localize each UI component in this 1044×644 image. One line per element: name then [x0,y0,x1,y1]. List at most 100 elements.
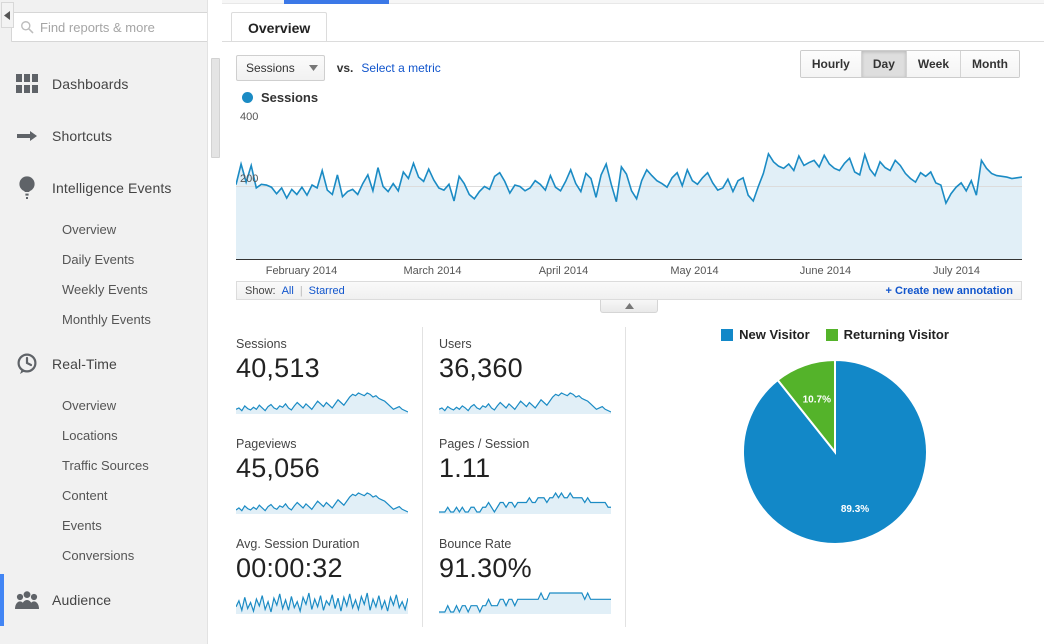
sessions-area-chart [236,111,1022,259]
sidebar-group-shortcuts: Shortcuts [0,110,222,162]
granularity-week[interactable]: Week [906,51,962,77]
x-tick-march: March 2014 [403,264,462,277]
legend-swatch-new-visitor [721,328,734,341]
vs-label: vs. [336,60,354,75]
sidebar-item-label: Dashboards [52,76,129,92]
sidebar-subitem-overview[interactable]: Overview [0,214,222,244]
metric-sparkline [439,488,611,514]
metric-card-row: Pageviews 45,056 Pages / Session 1.11 [236,427,625,527]
granularity-day[interactable]: Day [861,51,907,77]
metric-sparkline [439,388,611,414]
create-annotation-link[interactable]: + Create new annotation [886,285,1013,297]
sidebar-group-real-time: Real-Time Overview Locations Traffic Sou… [0,338,222,574]
metric-value: 00:00:32 [236,553,343,583]
pie-legend-label: New Visitor [739,327,810,342]
metric-title: Sessions [236,337,287,351]
x-tick-june: June 2014 [799,264,852,277]
sidebar-subitem-overview[interactable]: Overview [0,390,222,420]
metric-card-pageviews[interactable]: Pageviews 45,056 [236,427,422,527]
search-icon [21,21,34,34]
chart-x-axis: February 2014 March 2014 April 2014 May … [236,259,1022,281]
annotation-filter-starred[interactable]: Starred [309,285,345,297]
metric-select-value: Sessions [246,60,295,75]
metric-value: 40,513 [236,353,320,383]
metric-value: 1.11 [439,453,491,483]
x-tick-may: May 2014 [670,264,719,277]
annotation-separator: | [299,284,303,297]
metric-cards: Sessions 40,513 Users 36,360 Pageviews 4… [236,327,626,627]
x-tick-july: July 2014 [932,264,981,277]
sessions-chart-panel: Sessions 400 200 February 2014 March 201… [236,86,1022,313]
pie-chart-wrap: 89.3% 10.7% [626,356,1044,548]
search-box[interactable] [11,12,216,42]
metric-card-users[interactable]: Users 36,360 [422,327,625,427]
annotation-show-label: Show: [245,284,276,297]
x-tick-february: February 2014 [265,264,338,277]
metric-card-row: Avg. Session Duration 00:00:32 Bounce Ra… [236,527,625,627]
visitor-type-pie-chart[interactable]: 89.3% 10.7% [739,356,931,548]
sidebar-subitem-daily-events[interactable]: Daily Events [0,244,222,274]
report-tab-row: Overview [222,4,1044,42]
pie-legend-item-new-visitor[interactable]: New Visitor [721,327,810,342]
metric-value: 36,360 [439,353,523,383]
sidebar-subnav-intelligence-events: Overview Daily Events Weekly Events Mont… [0,214,222,338]
sidebar-subitem-content[interactable]: Content [0,480,222,510]
sidebar-subitem-weekly-events[interactable]: Weekly Events [0,274,222,304]
metric-card-avg-session-duration[interactable]: Avg. Session Duration 00:00:32 [236,527,422,627]
dashboards-icon [14,71,40,97]
sidebar-subitem-monthly-events[interactable]: Monthly Events [0,304,222,334]
sidebar-subitem-conversions[interactable]: Conversions [0,540,222,570]
metric-value: 45,056 [236,453,320,483]
sidebar-scrollbar[interactable] [207,0,222,644]
sidebar-item-shortcuts[interactable]: Shortcuts [0,110,222,162]
overview-lower-section: Sessions 40,513 Users 36,360 Pageviews 4… [222,327,1044,627]
legend-swatch-returning-visitor [825,328,838,341]
sidebar-group-audience: Audience [0,574,222,626]
svg-text:10.7%: 10.7% [803,395,831,406]
sidebar-nav: Dashboards Shortcuts Intelligence Events… [0,58,222,626]
svg-text:89.3%: 89.3% [841,504,869,515]
pie-legend-item-returning-visitor[interactable]: Returning Visitor [825,327,949,342]
sidebar-item-label: Real-Time [52,356,117,372]
sidebar-item-audience[interactable]: Audience [0,574,222,626]
sidebar-item-label: Audience [52,592,112,608]
annotation-collapse-handle[interactable] [600,300,658,313]
metric-title: Avg. Session Duration [236,537,360,551]
search-input[interactable] [40,19,216,35]
metric-title: Users [439,337,472,351]
annotation-filter-all[interactable]: All [282,285,294,297]
metric-card-sessions[interactable]: Sessions 40,513 [236,327,422,427]
sidebar-item-dashboards[interactable]: Dashboards [0,58,222,110]
sidebar-item-real-time[interactable]: Real-Time [0,338,222,390]
sidebar-subitem-locations[interactable]: Locations [0,420,222,450]
metric-sparkline [236,488,408,514]
search-container [0,0,222,42]
sidebar-subitem-events[interactable]: Events [0,510,222,540]
collapse-left-icon [4,10,10,20]
metric-card-bounce-rate[interactable]: Bounce Rate 91.30% [422,527,625,627]
intelligence-icon [14,175,40,201]
metric-title: Pages / Session [439,437,530,451]
metric-title: Bounce Rate [439,537,512,551]
audience-icon [14,587,40,613]
tab-overview[interactable]: Overview [231,12,328,42]
sidebar-subitem-traffic-sources[interactable]: Traffic Sources [0,450,222,480]
sidebar-item-intelligence-events[interactable]: Intelligence Events [0,162,222,214]
metric-sparkline [236,388,408,414]
sidebar-collapse-button[interactable] [1,2,14,28]
granularity-month[interactable]: Month [961,51,1019,77]
main-content: Overview Sessions vs. Select a metric Ho… [222,0,1044,644]
sidebar-scrollbar-thumb[interactable] [211,58,220,158]
sidebar-group-intelligence-events: Intelligence Events Overview Daily Event… [0,162,222,338]
chevron-down-icon [308,64,318,71]
shortcuts-icon [14,123,40,149]
metric-card-pages-per-session[interactable]: Pages / Session 1.11 [422,427,625,527]
granularity-hourly[interactable]: Hourly [800,51,862,77]
metric-sparkline [439,588,611,614]
select-metric-link[interactable]: Select a metric [361,61,440,75]
chart-plot-area[interactable]: 400 200 [236,111,1022,259]
legend-dot-sessions [242,92,253,103]
metric-select-dropdown[interactable]: Sessions [236,54,325,81]
granularity-button-group: Hourly Day Week Month [799,50,1020,78]
chart-legend: Sessions [236,86,1022,111]
